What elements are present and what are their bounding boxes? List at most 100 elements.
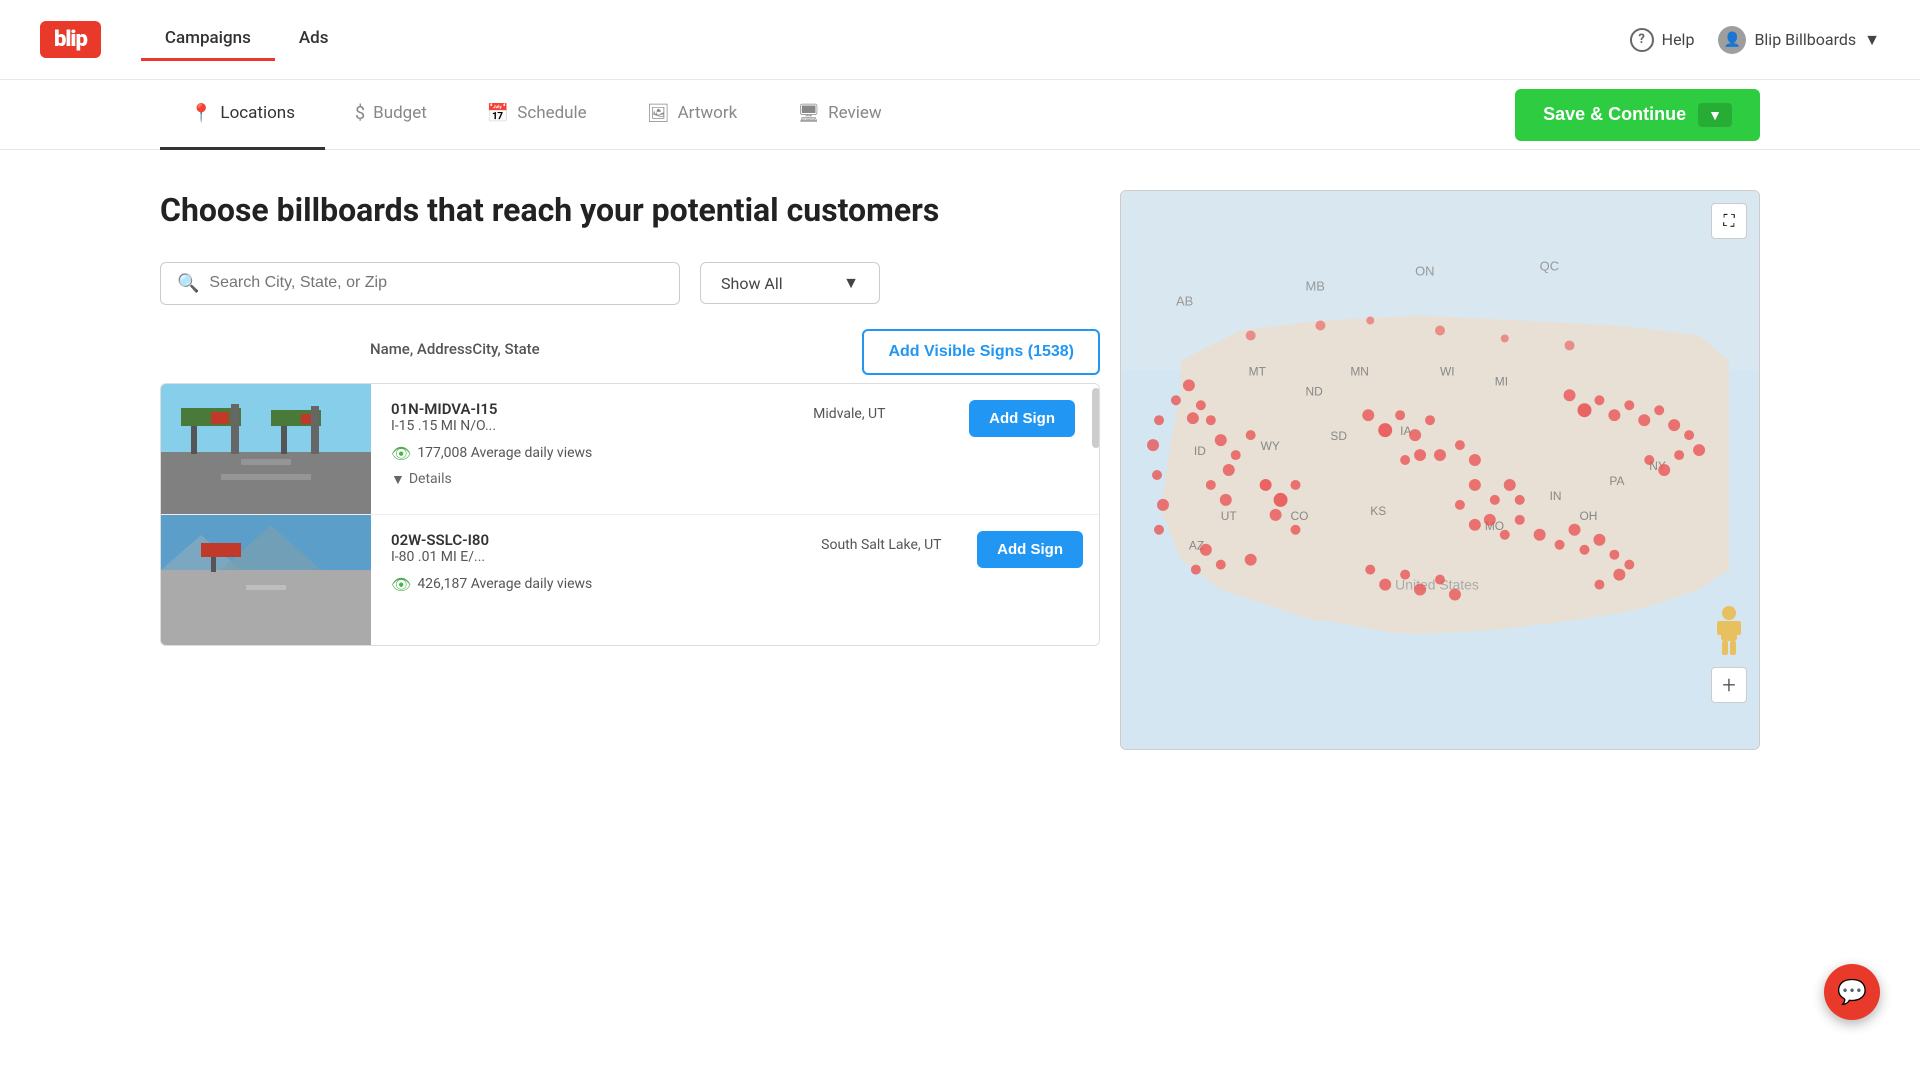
nav-ads[interactable]: Ads <box>275 18 353 61</box>
views-eye-icon-2: 👁 <box>391 575 411 594</box>
svg-text:AB: AB <box>1176 294 1193 309</box>
list-item: 01N-MIDVA-I15 I-15 .15 MI N/O... 👁 177,0… <box>161 384 1099 515</box>
svg-text:WI: WI <box>1440 364 1455 378</box>
review-icon: 🖥 <box>797 103 820 124</box>
logo: blip <box>40 21 101 58</box>
main-content: Choose billboards that reach your potent… <box>0 150 1920 790</box>
tab-locations-label: Locations <box>220 103 295 123</box>
user-avatar: 👤 <box>1718 26 1746 54</box>
map-pegman[interactable] <box>1711 605 1747 661</box>
add-sign-container-1: Add Sign <box>953 384 1091 453</box>
help-button[interactable]: ? Help <box>1630 28 1695 52</box>
tab-artwork-label: Artwork <box>678 103 738 123</box>
location-icon: 📍 <box>190 103 212 124</box>
save-continue-button[interactable]: Save & Continue ▼ <box>1515 89 1760 141</box>
svg-text:UT: UT <box>1221 509 1238 523</box>
svg-text:ON: ON <box>1415 264 1434 279</box>
svg-text:CO: CO <box>1291 509 1309 523</box>
map-expand-button[interactable]: ⛶ <box>1711 203 1747 239</box>
filter-dropdown[interactable]: Show All ▼ <box>700 262 880 304</box>
svg-text:MT: MT <box>1249 364 1267 378</box>
help-icon: ? <box>1630 28 1654 52</box>
page-title: Choose billboards that reach your potent… <box>160 190 1100 232</box>
user-menu[interactable]: 👤 Blip Billboards ▼ <box>1718 26 1880 54</box>
billboard-city-2: South Salt Lake, UT <box>811 515 961 559</box>
schedule-icon: 📅 <box>487 103 509 124</box>
billboard-list: 01N-MIDVA-I15 I-15 .15 MI N/O... 👁 177,0… <box>160 383 1100 646</box>
billboard-id-1: 01N-MIDVA-I15 <box>391 400 783 418</box>
budget-icon: $ <box>355 103 365 124</box>
right-panel: AB MB ON QC MT ND MN WI MI ID WY SD IA C… <box>1120 190 1760 750</box>
svg-text:OH: OH <box>1580 509 1598 523</box>
billboard-city-1: Midvale, UT <box>803 384 953 428</box>
user-dropdown-arrow: ▼ <box>1864 30 1880 50</box>
svg-text:ND: ND <box>1305 384 1323 398</box>
filter-label: Show All <box>721 274 783 293</box>
billboard-thumbnail-2 <box>161 515 371 645</box>
list-item: 02W-SSLC-I80 I-80 .01 MI E/... 👁 426,187… <box>161 515 1099 645</box>
billboard-info-1: 01N-MIDVA-I15 I-15 .15 MI N/O... 👁 177,0… <box>371 384 803 504</box>
tab-nav: 📍 Locations $ Budget 📅 Schedule 🖼 Artwor… <box>0 80 1920 150</box>
artwork-icon: 🖼 <box>647 103 670 124</box>
add-sign-button-1[interactable]: Add Sign <box>969 400 1075 437</box>
chevron-down-icon-1: ▼ <box>391 471 405 488</box>
views-eye-icon-1: 👁 <box>391 444 411 463</box>
svg-text:MN: MN <box>1350 364 1369 378</box>
map-svg: AB MB ON QC MT ND MN WI MI ID WY SD IA C… <box>1121 191 1759 749</box>
svg-text:KS: KS <box>1370 504 1386 518</box>
svg-text:WY: WY <box>1261 439 1280 453</box>
add-sign-container-2: Add Sign <box>961 515 1099 584</box>
add-sign-button-2[interactable]: Add Sign <box>977 531 1083 568</box>
tab-schedule[interactable]: 📅 Schedule <box>457 80 617 150</box>
billboard-thumbnail-1 <box>161 384 371 514</box>
svg-text:IN: IN <box>1550 489 1562 503</box>
billboard-info-2: 02W-SSLC-I80 I-80 .01 MI E/... 👁 426,187… <box>371 515 811 610</box>
header: blip Campaigns Ads ? Help 👤 Blip Billboa… <box>0 0 1920 80</box>
list-controls: Name, Address City, State Add Visible Si… <box>160 329 1100 375</box>
tab-schedule-label: Schedule <box>517 103 586 123</box>
save-continue-dropdown-arrow: ▼ <box>1698 103 1732 127</box>
column-headers: Name, Address City, State <box>160 334 792 364</box>
search-icon: 🔍 <box>177 273 199 294</box>
tab-review[interactable]: 🖥 Review <box>767 80 911 150</box>
svg-text:QC: QC <box>1540 259 1559 274</box>
map-zoom-in-button[interactable]: + <box>1711 667 1747 703</box>
billboard-id-2: 02W-SSLC-I80 <box>391 531 791 549</box>
tab-nav-right: Save & Continue ▼ <box>1515 89 1760 141</box>
search-box[interactable]: 🔍 <box>160 262 680 305</box>
add-visible-signs-button[interactable]: Add Visible Signs (1538) <box>862 329 1100 375</box>
svg-text:MB: MB <box>1305 279 1324 294</box>
details-link-1[interactable]: ▼ Details <box>391 471 783 488</box>
svg-text:ID: ID <box>1194 444 1206 458</box>
main-nav: Campaigns Ads <box>141 18 1630 61</box>
col-name-header: Name, Address <box>370 340 472 358</box>
tab-budget[interactable]: $ Budget <box>325 80 457 150</box>
nav-campaigns[interactable]: Campaigns <box>141 18 275 61</box>
left-panel: Choose billboards that reach your potent… <box>160 190 1120 750</box>
save-continue-label: Save & Continue <box>1543 104 1686 125</box>
map-container: AB MB ON QC MT ND MN WI MI ID WY SD IA C… <box>1120 190 1760 750</box>
billboard-address-2: I-80 .01 MI E/... <box>391 549 791 565</box>
svg-text:PA: PA <box>1609 474 1624 488</box>
tab-locations[interactable]: 📍 Locations <box>160 80 325 150</box>
filter-arrow: ▼ <box>843 273 859 293</box>
logo-container: blip <box>40 21 101 58</box>
col-city-header: City, State <box>472 340 632 358</box>
help-label: Help <box>1662 30 1695 49</box>
pegman-icon <box>1711 605 1747 657</box>
billboard-views-1: 👁 177,008 Average daily views <box>391 444 783 463</box>
chat-icon: 💬 <box>1837 978 1867 1007</box>
billboard-address-1: I-15 .15 MI N/O... <box>391 418 783 434</box>
search-filter-row: 🔍 Show All ▼ <box>160 262 1100 305</box>
col-action-header <box>632 340 792 358</box>
scrollbar-thumb <box>1092 388 1100 448</box>
billboard-views-2: 👁 426,187 Average daily views <box>391 575 791 594</box>
tab-budget-label: Budget <box>373 103 427 123</box>
svg-text:MI: MI <box>1495 374 1508 388</box>
search-input[interactable] <box>209 274 663 292</box>
tab-artwork[interactable]: 🖼 Artwork <box>617 80 768 150</box>
chat-button[interactable]: 💬 <box>1824 964 1880 1020</box>
road-image-1 <box>161 384 371 514</box>
user-label: Blip Billboards <box>1754 30 1856 49</box>
header-right: ? Help 👤 Blip Billboards ▼ <box>1630 26 1880 54</box>
